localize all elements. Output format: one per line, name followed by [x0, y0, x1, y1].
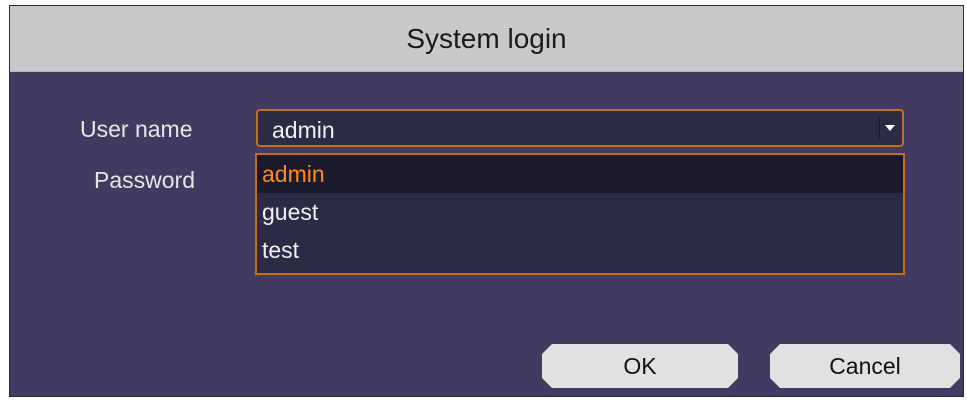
dropdown-option-admin[interactable]: admin	[257, 155, 903, 193]
user-name-select-value: admin	[272, 117, 335, 143]
password-label: Password	[94, 167, 195, 193]
dropdown-option-guest[interactable]: guest	[257, 193, 903, 231]
dialog-title-bar: System login	[10, 6, 963, 72]
ok-button[interactable]: OK	[542, 344, 738, 388]
user-name-label: User name	[80, 116, 193, 142]
login-dialog: System login User name Password admin ad…	[9, 5, 964, 397]
user-name-dropdown-list: admin guest test	[255, 153, 905, 275]
dialog-title: System login	[406, 22, 567, 54]
cancel-button[interactable]: Cancel	[770, 344, 960, 388]
user-name-select[interactable]: admin	[256, 109, 904, 147]
chevron-down-icon[interactable]	[879, 117, 900, 139]
dropdown-option-test[interactable]: test	[257, 231, 903, 269]
